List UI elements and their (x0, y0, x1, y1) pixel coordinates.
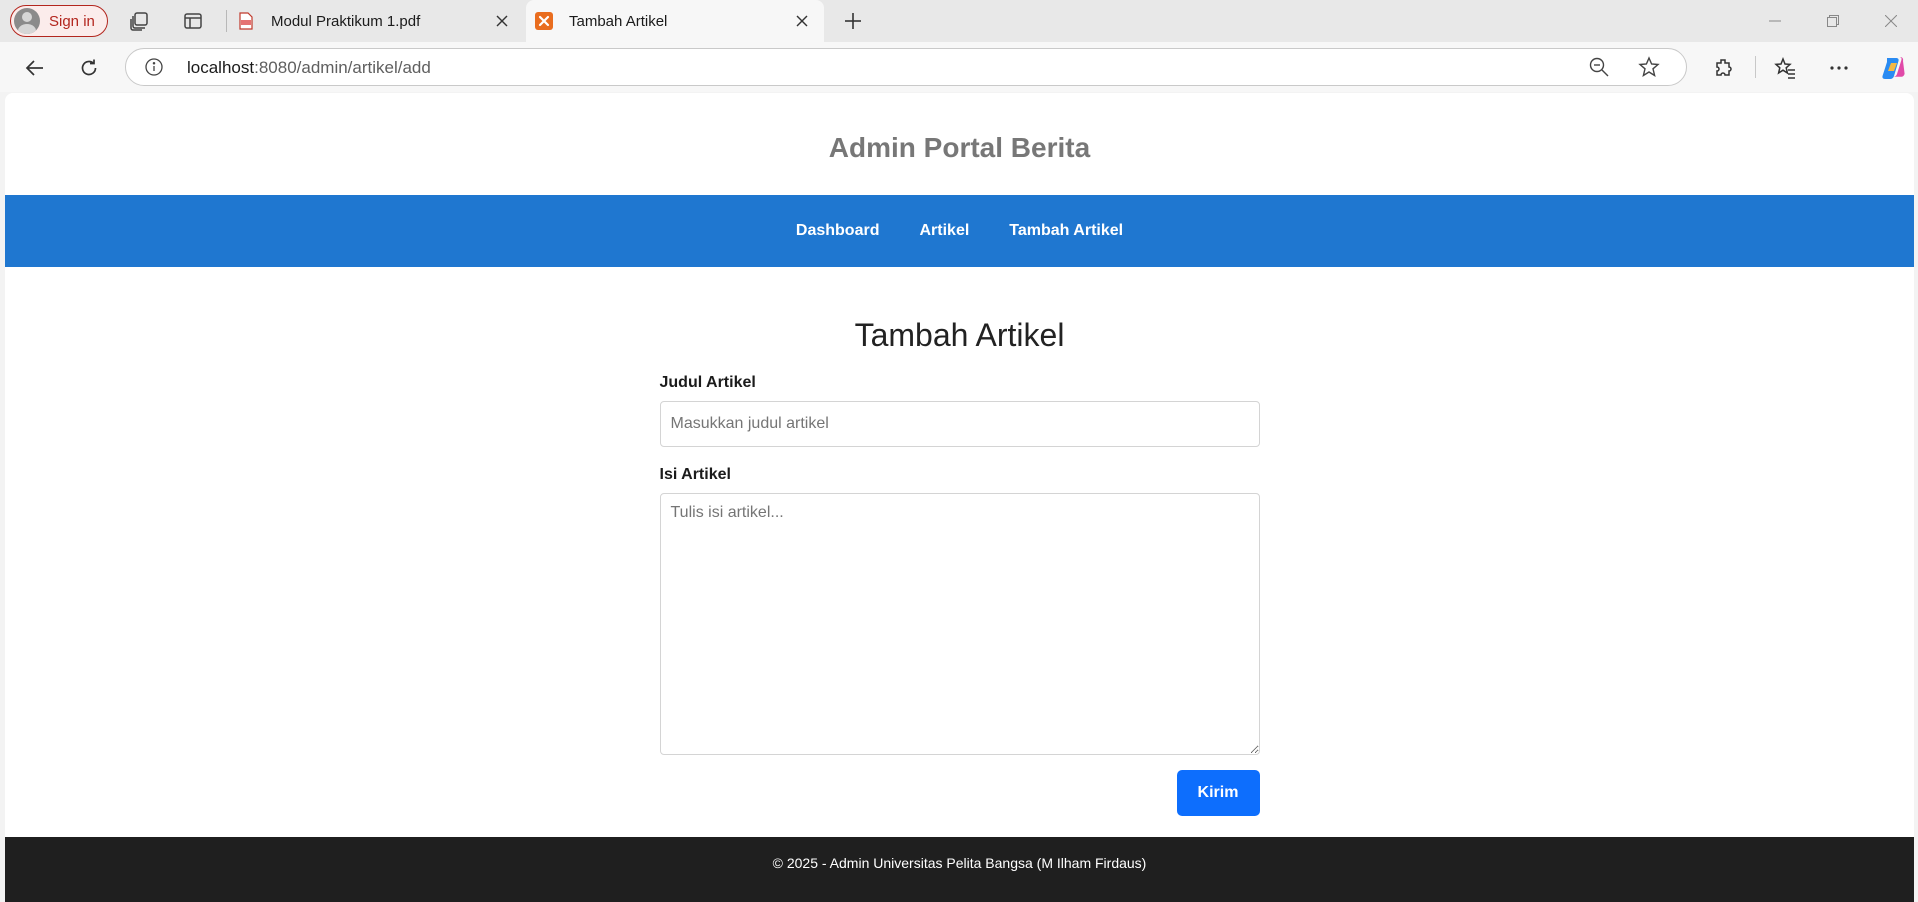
tab-separator (226, 10, 227, 32)
site-header: Admin Portal Berita (5, 93, 1914, 195)
toolbar-divider (1755, 56, 1756, 78)
body-field-label: Isi Artikel (659, 466, 731, 483)
url-text[interactable]: localhost:8080/admin/artikel/add (187, 58, 431, 78)
close-tab-icon[interactable] (788, 7, 816, 35)
nav-link-artikel[interactable]: Artikel (919, 222, 969, 240)
tab-modul-praktikum[interactable]: Modul Praktikum 1.pdf (228, 0, 524, 42)
submit-button[interactable]: Kirim (1176, 770, 1260, 816)
workspaces-icon[interactable] (128, 9, 152, 33)
favorites-icon[interactable] (1769, 52, 1801, 84)
form-container: Tambah Artikel Judul Artikel Isi Artikel… (659, 267, 1260, 816)
form-actions: Kirim (660, 770, 1260, 816)
vertical-tabs-icon[interactable] (181, 9, 205, 33)
page-viewport: Admin Portal Berita Dashboard Artikel Ta… (5, 93, 1914, 902)
favorite-star-icon[interactable] (1638, 56, 1662, 80)
copilot-icon[interactable] (1877, 52, 1909, 84)
body-textarea[interactable] (659, 493, 1260, 755)
url-path: :8080/admin/artikel/add (254, 58, 431, 77)
minimize-button[interactable] (1752, 6, 1798, 36)
nav-link-dashboard[interactable]: Dashboard (796, 222, 880, 240)
title-field-label: Judul Artikel (659, 374, 756, 391)
browser-toolbar: localhost:8080/admin/artikel/add (0, 42, 1918, 92)
site-info-icon[interactable] (144, 57, 164, 77)
nav-link-tambah-artikel[interactable]: Tambah Artikel (1009, 222, 1123, 240)
title-input[interactable] (659, 401, 1260, 447)
address-bar[interactable]: localhost:8080/admin/artikel/add (125, 48, 1687, 86)
pdf-file-icon (237, 12, 255, 30)
more-options-icon[interactable] (1823, 52, 1855, 84)
close-window-button[interactable] (1868, 6, 1914, 36)
site-footer: © 2025 - Admin Universitas Pelita Bangsa… (5, 837, 1914, 902)
tab-title: Tambah Artikel (569, 12, 668, 30)
back-button[interactable] (19, 52, 51, 84)
main-nav: Dashboard Artikel Tambah Artikel (5, 195, 1914, 267)
zoom-out-icon[interactable] (1588, 56, 1612, 80)
xampp-icon (535, 12, 553, 30)
url-host: localhost (187, 58, 255, 77)
site-title: Admin Portal Berita (828, 132, 1091, 163)
refresh-button[interactable] (73, 52, 105, 84)
profile-avatar-icon (14, 8, 40, 34)
new-tab-button[interactable] (840, 8, 866, 34)
close-tab-icon[interactable] (488, 7, 516, 35)
footer-text: © 2025 - Admin Universitas Pelita Bangsa… (772, 855, 1147, 871)
tab-title: Modul Praktikum 1.pdf (271, 12, 421, 30)
tab-tambah-artikel[interactable]: Tambah Artikel (526, 0, 824, 42)
sign-in-label: Sign in (49, 12, 95, 30)
extensions-icon[interactable] (1708, 52, 1740, 84)
page-title: Tambah Artikel (854, 317, 1065, 353)
browser-tab-strip: Sign in Modul Praktikum 1.pdf Tambah Art… (0, 0, 1918, 42)
restore-button[interactable] (1810, 6, 1856, 36)
sign-in-button[interactable]: Sign in (10, 5, 108, 37)
